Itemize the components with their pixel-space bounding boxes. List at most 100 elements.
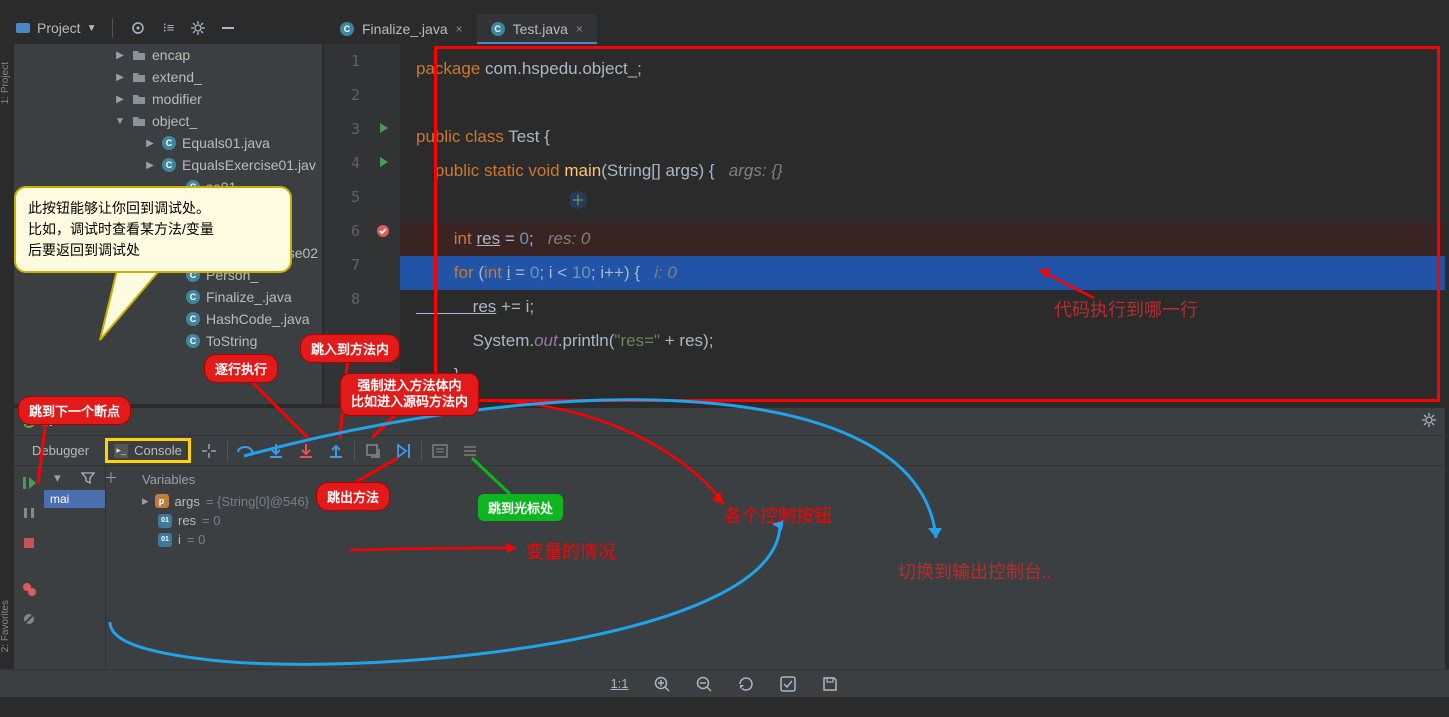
line-number: 4 [336, 154, 360, 172]
mute-breakpoints-icon[interactable] [18, 608, 40, 630]
tree-item[interactable]: C ToString [14, 330, 322, 352]
run-gutter-icon[interactable] [378, 122, 390, 137]
java-class-icon: C [186, 312, 200, 326]
step-into-icon[interactable] [264, 439, 288, 463]
debug-control-strip [14, 466, 44, 669]
chevron-down-icon[interactable]: ▾ [54, 470, 61, 486]
debug-toolbar: Debugger ▸_ Console [14, 436, 1445, 466]
run-to-cursor-icon[interactable] [391, 439, 415, 463]
tree-item[interactable]: ▶ C Equals01.java [14, 132, 322, 154]
tree-item[interactable]: C Finalize_.java [14, 286, 322, 308]
tab-finalize[interactable]: C Finalize_.java × [326, 14, 477, 42]
tree-item[interactable]: CHashCode_.java [14, 308, 322, 330]
variable-row[interactable]: 01i = 0 [142, 530, 1435, 549]
tab-test[interactable]: C Test.java × [477, 14, 597, 42]
chevron-icon[interactable] [168, 313, 180, 325]
zoom-ratio[interactable]: 1:1 [610, 676, 628, 691]
folder-icon [132, 70, 146, 84]
debug-tool-window: st Debugger ▸_ Console [14, 408, 1445, 669]
code-editor[interactable]: 1 2 3 4 5 6 7 8 package com.hspedu.objec… [324, 44, 1445, 404]
new-watch-icon[interactable]: ＋ [104, 468, 118, 488]
chevron-icon[interactable]: ▶ [144, 159, 156, 171]
java-class-icon: C [340, 22, 354, 36]
close-icon[interactable]: × [576, 22, 583, 36]
chevron-icon[interactable] [168, 291, 180, 303]
chevron-icon[interactable]: ▶ [114, 49, 126, 61]
tree-item[interactable]: ▶ encap [14, 44, 322, 66]
step-out-icon[interactable] [324, 439, 348, 463]
tree-item[interactable]: ▶extend_ [14, 66, 322, 88]
line-number: 6 [336, 222, 360, 240]
tree-item-label: modifier [152, 91, 202, 107]
add-hint-icon[interactable] [568, 190, 588, 210]
gear-icon[interactable] [1421, 412, 1437, 431]
primitive-badge-icon: 01 [158, 514, 172, 528]
tree-item[interactable]: ▶CEqualsExercise01.jav [14, 154, 322, 176]
show-execution-point-icon[interactable] [197, 439, 221, 463]
variables-panel[interactable]: ＋ Variables ▸pargs = {String[0]@546} 01r… [106, 466, 1445, 669]
console-tab[interactable]: ▸_ Console [105, 438, 191, 463]
pause-program-icon[interactable] [18, 502, 40, 524]
close-icon[interactable]: × [456, 22, 463, 36]
stack-frame[interactable]: mai [44, 490, 105, 508]
primitive-badge-icon: 01 [158, 533, 172, 547]
frames-toolbar: ▾ [44, 466, 105, 490]
refresh-icon[interactable] [737, 675, 755, 693]
editor-tabs: C Finalize_.java × C Test.java × [326, 12, 597, 44]
tool-window-tabs: 1: Project 2: Favorites [0, 44, 14, 704]
checkbox-icon[interactable] [779, 675, 797, 693]
console-icon: ▸_ [114, 444, 128, 458]
annotation-switch-console: 切换到输出控制台.. [898, 558, 1051, 584]
zoom-in-icon[interactable] [653, 675, 671, 693]
force-step-into-icon[interactable] [294, 439, 318, 463]
scroll-from-source-icon[interactable] [129, 19, 147, 37]
view-breakpoints-icon[interactable] [18, 578, 40, 600]
line-number: 1 [336, 52, 360, 70]
zoom-out-icon[interactable] [695, 675, 713, 693]
annotation-force-into: 强制进入方法体内比如进入源码方法内 [340, 373, 479, 416]
chevron-icon[interactable]: ▶ [114, 71, 126, 83]
tab-project-toolwindow[interactable]: 1: Project [0, 54, 11, 112]
tree-item-label: encap [152, 47, 190, 63]
resume-program-icon[interactable] [18, 472, 40, 494]
annotation-run-to-cursor: 跳到光标处 [478, 494, 563, 521]
expand-all-icon[interactable]: ⁝≡ [159, 19, 177, 37]
save-icon[interactable] [821, 675, 839, 693]
debug-header: st [14, 408, 1445, 436]
java-class-icon: C [491, 22, 505, 36]
step-over-icon[interactable] [234, 439, 258, 463]
project-view-dropdown[interactable]: Project ▼ [15, 20, 96, 36]
chevron-icon[interactable]: ▼ [114, 115, 126, 127]
java-class-icon: C [186, 334, 200, 348]
chevron-icon[interactable] [168, 335, 180, 347]
trace-current-stream-icon[interactable] [458, 439, 482, 463]
tree-item-label: Finalize_.java [206, 289, 292, 305]
annotation-step-over: 逐行执行 [204, 354, 278, 383]
chevron-icon[interactable]: ▶ [144, 137, 156, 149]
tree-item[interactable]: ▼ object_ [14, 110, 322, 132]
java-class-icon: C [186, 290, 200, 304]
tree-item-label: ToString [206, 333, 257, 349]
run-gutter-icon[interactable] [378, 156, 390, 171]
tab-favorites-toolwindow[interactable]: 2: Favorites [0, 592, 11, 660]
chevron-icon[interactable]: ▶ [114, 93, 126, 105]
debugger-tab[interactable]: Debugger [22, 439, 99, 462]
tree-item-label: Equals01.java [182, 135, 270, 151]
project-icon [15, 20, 31, 36]
tree-item[interactable]: ▶ modifier [14, 88, 322, 110]
stop-icon[interactable] [18, 532, 40, 554]
breakpoint-verified-icon[interactable] [376, 224, 390, 238]
filter-icon[interactable] [81, 471, 95, 485]
gear-icon[interactable] [189, 19, 207, 37]
code-content: package com.hspedu.object_; public class… [416, 44, 1445, 418]
tree-item-label: object_ [152, 113, 197, 129]
evaluate-expression-icon[interactable] [428, 439, 452, 463]
line-number: 2 [336, 86, 360, 104]
hide-icon[interactable] [219, 19, 237, 37]
annotation-step-into: 跳入到方法内 [300, 334, 400, 363]
project-toolbar: Project ▼ ⁝≡ [15, 12, 237, 44]
drop-frame-icon[interactable] [361, 439, 385, 463]
folder-icon [132, 48, 146, 62]
java-class-icon: C [162, 136, 176, 150]
frames-panel[interactable]: ▾ mai [44, 466, 106, 669]
